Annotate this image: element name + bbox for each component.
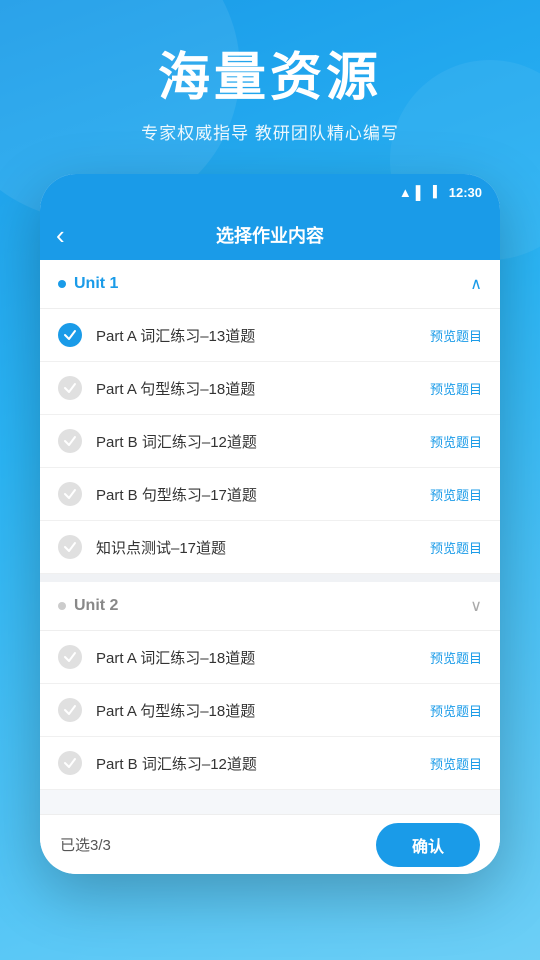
unit-2-item-1[interactable]: Part A 词汇练习–18道题 预览题目 — [40, 631, 500, 684]
preview-btn-u1i5[interactable]: 预览题目 — [430, 538, 482, 557]
confirm-button[interactable]: 确认 — [376, 823, 480, 867]
item-text-u1i5: 知识点测试–17道题 — [96, 537, 430, 558]
checkbox-u2i3[interactable] — [58, 751, 82, 775]
unit-2-header-left: Unit 2 — [58, 597, 118, 615]
checkbox-u1i5[interactable] — [58, 535, 82, 559]
unit-1-item-5[interactable]: 知识点测试–17道题 预览题目 — [40, 521, 500, 574]
unit-2-header[interactable]: Unit 2 ∨ — [40, 582, 500, 631]
item-text-u1i4: Part B 句型练习–17道题 — [96, 484, 430, 505]
bottom-bar: 已选3/3 确认 — [40, 814, 500, 874]
unit-1-label: Unit 1 — [74, 275, 118, 293]
checkbox-u1i2[interactable] — [58, 376, 82, 400]
unit-2-item-2[interactable]: Part A 句型练习–18道题 预览题目 — [40, 684, 500, 737]
checkbox-u2i2[interactable] — [58, 698, 82, 722]
unit-1-item-1[interactable]: Part A 词汇练习–13道题 预览题目 — [40, 309, 500, 362]
unit-1-chevron-icon: ∧ — [470, 274, 482, 294]
unit-2-dot — [58, 602, 66, 610]
preview-btn-u2i1[interactable]: 预览题目 — [430, 648, 482, 667]
checkbox-u1i4[interactable] — [58, 482, 82, 506]
status-time: 12:30 — [449, 185, 482, 200]
unit-1-item-3[interactable]: Part B 词汇练习–12道题 预览题目 — [40, 415, 500, 468]
signal-icons: ▲ ▌ ▐ — [399, 185, 437, 200]
unit-1-header-left: Unit 1 — [58, 275, 118, 293]
status-bar: ▲ ▌ ▐ 12:30 — [40, 174, 500, 210]
checkbox-u2i1[interactable] — [58, 645, 82, 669]
hero-subtitle: 专家权威指导 教研团队精心编写 — [30, 119, 510, 144]
unit-1-item-4[interactable]: Part B 句型练习–17道题 预览题目 — [40, 468, 500, 521]
item-text-u1i2: Part A 句型练习–18道题 — [96, 378, 430, 399]
preview-btn-u1i4[interactable]: 预览题目 — [430, 485, 482, 504]
preview-btn-u1i1[interactable]: 预览题目 — [430, 326, 482, 345]
item-text-u1i1: Part A 词汇练习–13道题 — [96, 325, 430, 346]
battery-icon: ▐ — [429, 186, 437, 198]
preview-btn-u1i2[interactable]: 预览题目 — [430, 379, 482, 398]
checkbox-u1i3[interactable] — [58, 429, 82, 453]
unit-2-label: Unit 2 — [74, 597, 118, 615]
unit-1-header[interactable]: Unit 1 ∧ — [40, 260, 500, 309]
phone-frame: ▲ ▌ ▐ 12:30 ‹ 选择作业内容 Unit 1 ∧ — [40, 174, 500, 874]
unit-2-item-3[interactable]: Part B 词汇练习–12道题 预览题目 — [40, 737, 500, 790]
preview-btn-u2i2[interactable]: 预览题目 — [430, 701, 482, 720]
nav-bar: ‹ 选择作业内容 — [40, 210, 500, 260]
item-text-u2i3: Part B 词汇练习–12道题 — [96, 753, 430, 774]
unit-1-item-2[interactable]: Part A 句型练习–18道题 预览题目 — [40, 362, 500, 415]
item-text-u1i3: Part B 词汇练习–12道题 — [96, 431, 430, 452]
section-gap — [40, 574, 500, 582]
hero-title: 海量资源 — [30, 50, 510, 107]
checkbox-u1i1[interactable] — [58, 323, 82, 347]
item-text-u2i1: Part A 词汇练习–18道题 — [96, 647, 430, 668]
selected-count: 已选3/3 — [60, 834, 111, 855]
nav-title: 选择作业内容 — [92, 222, 448, 248]
unit-1-dot — [58, 280, 66, 288]
content-area[interactable]: Unit 1 ∧ Part A 词汇练习–13道题 预览题目 Part A 句型… — [40, 260, 500, 814]
item-text-u2i2: Part A 句型练习–18道题 — [96, 700, 430, 721]
back-button[interactable]: ‹ — [56, 220, 92, 251]
unit-2-chevron-icon: ∨ — [470, 596, 482, 616]
signal-icon: ▌ — [416, 185, 425, 200]
hero-section: 海量资源 专家权威指导 教研团队精心编写 — [0, 0, 540, 174]
wifi-icon: ▲ — [399, 185, 412, 200]
preview-btn-u1i3[interactable]: 预览题目 — [430, 432, 482, 451]
back-icon: ‹ — [56, 220, 65, 251]
preview-btn-u2i3[interactable]: 预览题目 — [430, 754, 482, 773]
